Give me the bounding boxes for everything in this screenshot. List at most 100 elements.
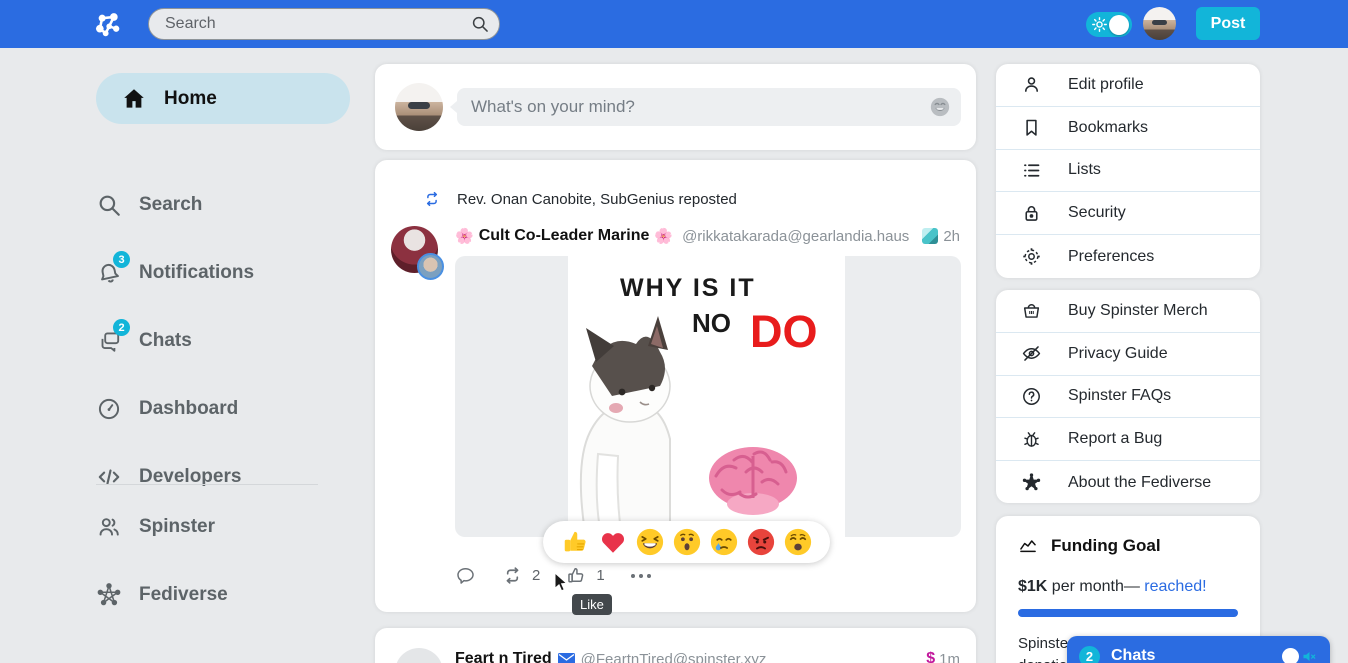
cat-image <box>556 304 696 537</box>
repost-count: 2 <box>532 567 540 584</box>
funding-separator: — <box>1124 578 1144 595</box>
meme-text-1: WHY IS IT <box>620 274 756 303</box>
speaker-muted-icon <box>1301 648 1318 663</box>
thumbs-up-icon <box>566 565 587 586</box>
like-button[interactable]: 1 <box>566 565 604 586</box>
sidebar-item-developers[interactable]: Developers <box>96 462 241 492</box>
like-tooltip: Like <box>572 594 612 615</box>
reaction-heart-icon[interactable] <box>598 527 628 557</box>
sidebar-divider <box>96 484 318 485</box>
notifications-badge: 3 <box>113 251 130 268</box>
avatar[interactable] <box>395 83 443 131</box>
miku-emoji-icon <box>922 228 938 244</box>
menu-item-preferences[interactable]: Preferences <box>996 235 1260 278</box>
avatar[interactable] <box>395 648 443 663</box>
composer-card <box>375 64 976 150</box>
post-timestamp[interactable]: 1m <box>939 651 960 663</box>
funding-period: per month <box>1047 578 1123 595</box>
basket-icon <box>1021 300 1042 321</box>
funding-status: $1K per month— reached! <box>1018 578 1238 596</box>
eye-slash-icon <box>1021 343 1042 364</box>
emoji-picker-icon[interactable] <box>929 96 951 118</box>
sidebar-item-dashboard[interactable]: Dashboard <box>96 394 238 424</box>
brain-emoji <box>706 442 801 520</box>
menu-item-privacy-guide[interactable]: Privacy Guide <box>996 333 1260 376</box>
composer-input[interactable] <box>457 88 961 126</box>
display-name[interactable]: Cult Co-Leader Marine <box>479 227 650 245</box>
reposter-mini-avatar[interactable] <box>417 253 444 280</box>
repost-button[interactable]: 2 <box>502 565 540 586</box>
menu-item-bookmarks[interactable]: Bookmarks <box>996 107 1260 150</box>
chat-bubbles-icon: 2 <box>96 328 122 354</box>
reaction-angry-icon[interactable] <box>746 527 776 557</box>
profile-avatar[interactable] <box>1143 7 1176 40</box>
sidebar-item-notifications[interactable]: 3 Notifications <box>96 258 254 288</box>
toggle-knob <box>1109 15 1129 35</box>
reaction-laughing-icon[interactable] <box>635 527 665 557</box>
gauge-icon <box>96 396 122 422</box>
blue-envelope-icon <box>558 653 575 663</box>
composer-bubble <box>457 88 961 126</box>
reaction-surprised-icon[interactable] <box>672 527 702 557</box>
bell-icon: 3 <box>96 260 122 286</box>
meme-text-3: DO <box>750 306 818 358</box>
fediverse-star-icon <box>1021 472 1042 493</box>
menu-item-lists[interactable]: Lists <box>996 150 1260 193</box>
next-post-card: Feart n Tired @FeartnTired@spinster.xyz … <box>375 628 976 663</box>
menu-item-security[interactable]: Security <box>996 192 1260 235</box>
post-card: Rev. Onan Canobite, SubGenius reposted 🌸… <box>375 160 976 612</box>
bug-icon <box>1021 429 1042 450</box>
sidebar-item-chats[interactable]: 2 Chats <box>96 326 192 356</box>
menu-item-edit-profile[interactable]: Edit profile <box>996 64 1260 107</box>
theme-toggle[interactable] <box>1086 12 1132 37</box>
bookmark-icon <box>1021 117 1042 138</box>
chart-icon <box>1018 536 1038 556</box>
menu-item-merch[interactable]: Buy Spinster Merch <box>996 290 1260 333</box>
sidebar-item-home[interactable]: Home <box>96 73 350 124</box>
search-icon[interactable] <box>470 14 490 34</box>
comment-button[interactable] <box>455 565 476 586</box>
sidebar-item-search[interactable]: Search <box>96 190 202 220</box>
sidebar-item-spinster[interactable]: Spinster <box>96 512 215 542</box>
home-icon <box>121 86 147 112</box>
menu-item-faqs[interactable]: Spinster FAQs <box>996 376 1260 419</box>
repost-banner: Rev. Onan Canobite, SubGenius reposted <box>423 190 737 208</box>
search-icon <box>96 192 122 218</box>
gear-icon <box>1021 246 1042 267</box>
menu-item-report-bug[interactable]: Report a Bug <box>996 418 1260 461</box>
sidebar-item-fediverse[interactable]: Fediverse <box>96 580 228 610</box>
chats-sound-toggle[interactable] <box>1282 648 1318 663</box>
sun-icon <box>1091 16 1108 33</box>
chats-dock-bar[interactable]: 2 Chats <box>1067 636 1330 663</box>
account-menu: Edit profile Bookmarks Lists Security Pr… <box>996 64 1260 278</box>
post-image-attachment[interactable]: WHY IS IT NO DO <box>455 256 961 537</box>
flower-emoji: 🌸 <box>654 227 673 245</box>
reaction-weary-icon[interactable] <box>783 527 813 557</box>
list-icon <box>1021 160 1042 181</box>
flower-emoji: 🌸 <box>455 227 474 245</box>
dollar-emoji: $ <box>926 650 935 663</box>
account-handle[interactable]: @rikkatakarada@gearlandia.haus <box>682 228 909 245</box>
menu-item-about-fediverse[interactable]: About the Fediverse <box>996 461 1260 504</box>
toggle-knob <box>1282 648 1299 663</box>
post-author-avatar[interactable] <box>391 226 438 273</box>
people-icon <box>96 514 122 540</box>
post-button[interactable]: Post <box>1196 7 1260 40</box>
display-name[interactable]: Feart n Tired <box>455 650 552 663</box>
search-input[interactable] <box>148 8 500 40</box>
reaction-crying-icon[interactable] <box>709 527 739 557</box>
post-timestamp[interactable]: 2h <box>943 228 960 245</box>
funding-reached-link[interactable]: reached! <box>1144 578 1206 595</box>
more-options-button[interactable] <box>631 574 651 578</box>
reaction-picker <box>543 521 830 563</box>
reaction-thumbs-up-icon[interactable] <box>561 527 591 557</box>
funding-progress-bar <box>1018 609 1238 617</box>
meme-image: WHY IS IT NO DO <box>568 256 845 537</box>
left-sidebar: Home Search 3 Notifications 2 Chats Dash… <box>96 48 350 663</box>
spinster-app: Post Home Search 3 Notifications 2 Chats <box>0 0 1348 663</box>
account-handle[interactable]: @FeartnTired@spinster.xyz <box>581 651 767 663</box>
chats-count-badge: 2 <box>1079 646 1100 663</box>
funding-title: Funding Goal <box>1051 536 1161 556</box>
spinster-logo-icon[interactable] <box>94 10 122 38</box>
question-circle-icon <box>1021 386 1042 407</box>
